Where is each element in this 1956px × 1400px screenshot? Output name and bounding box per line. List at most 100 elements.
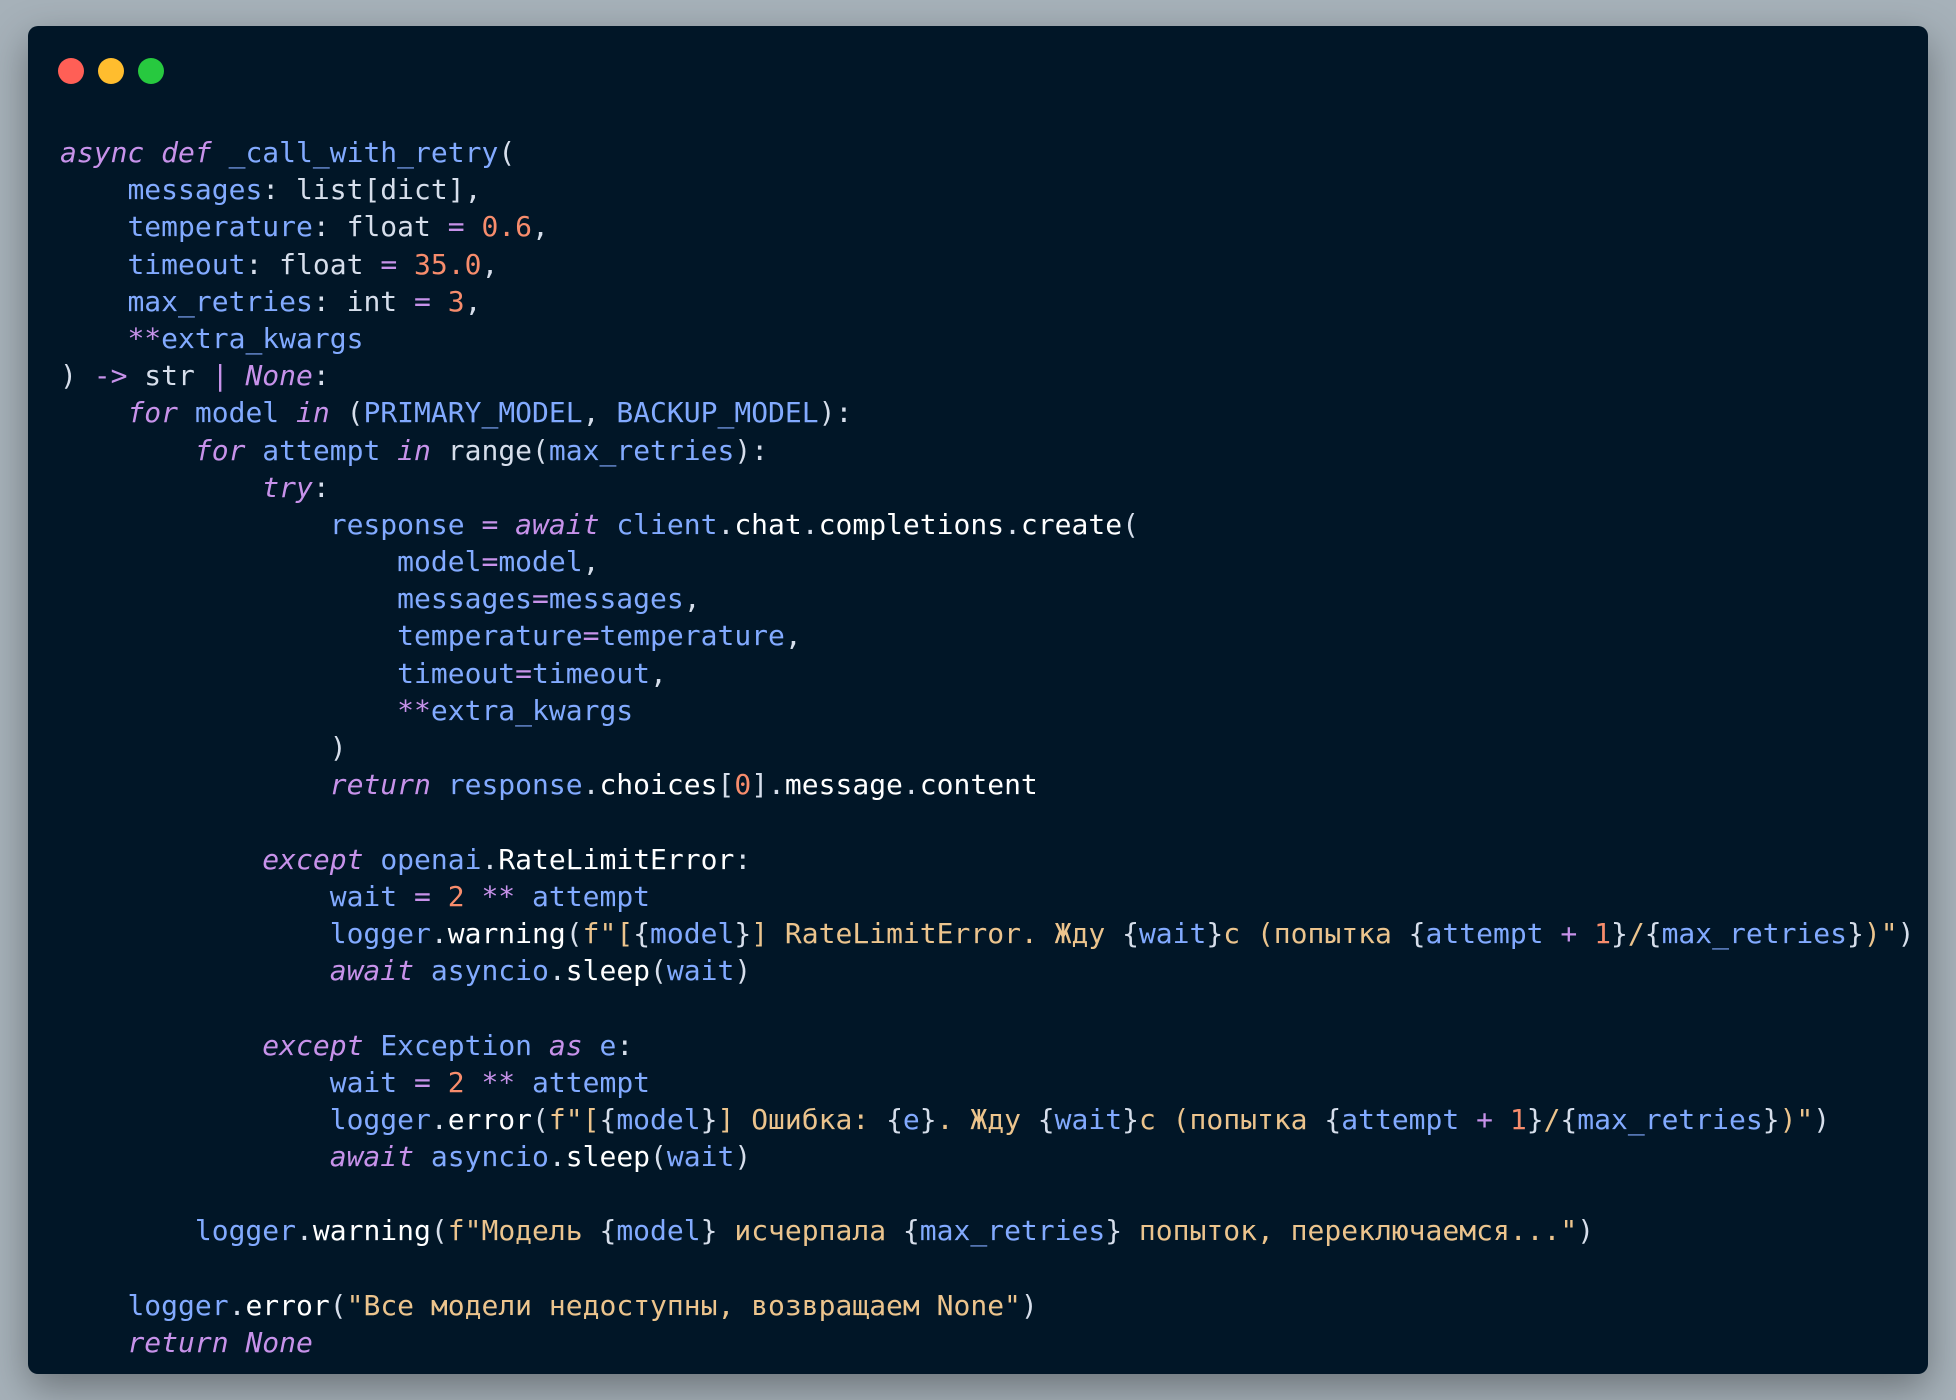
close-icon[interactable] [58, 58, 84, 84]
code-token: ** [481, 879, 516, 913]
code-token: / [1543, 1102, 1561, 1136]
code-token: wait [329, 879, 398, 913]
code-token: ( [650, 954, 667, 988]
code-token: с (попытка [1138, 1102, 1325, 1136]
code-token: max_retries [1577, 1102, 1763, 1136]
code-token: . [1004, 507, 1021, 541]
code-token: . [902, 768, 920, 802]
code-token: attempt [532, 879, 651, 913]
code-token: = [515, 656, 533, 690]
code-token: } [1762, 1102, 1780, 1136]
code-token: ) [1813, 1102, 1831, 1136]
code-token: , [532, 210, 549, 244]
code-token: попыток, переключаемся..." [1122, 1214, 1578, 1248]
code-token: : list[dict], [262, 173, 482, 207]
code-token: 2 [447, 879, 465, 913]
code-token: ) [60, 359, 94, 393]
code-token: max_retries [919, 1214, 1106, 1248]
code-token: return [329, 768, 431, 802]
code-token: temperature [127, 210, 313, 244]
code-token: } [1847, 916, 1864, 950]
code-token: . [548, 1140, 566, 1174]
code-token: . [801, 507, 819, 541]
code-token: ) [1020, 1288, 1038, 1322]
code-token: : [312, 470, 330, 504]
code-token: in [296, 396, 330, 430]
code-token: ** [481, 1065, 516, 1099]
code-token: ): [818, 396, 853, 430]
code-line: wait = 2 ** attempt [60, 1064, 1920, 1101]
code-token: wait [666, 1140, 735, 1174]
code-token: chat [734, 507, 802, 541]
code-token: await [329, 954, 415, 988]
code-token: { [599, 1102, 617, 1136]
code-token: 2 [447, 1065, 465, 1099]
code-token: , [464, 284, 482, 318]
code-token: ( [565, 916, 583, 950]
code-token: model [616, 1214, 701, 1248]
code-line: model=model, [60, 543, 1920, 580]
code-token: warning [312, 1214, 431, 1248]
code-line: return response.choices[0].message.conte… [60, 766, 1920, 803]
code-token: . [430, 1102, 448, 1136]
code-token: } [1105, 1214, 1123, 1248]
code-line: except Exception as e: [60, 1027, 1920, 1064]
code-token: None [245, 1326, 313, 1359]
code-token: sleep [565, 1140, 651, 1174]
code-token: extra_kwargs [161, 321, 364, 355]
code-token: f"[ [582, 916, 634, 950]
code-token: for [194, 433, 246, 467]
code-token: e [599, 1028, 617, 1062]
code-token: } [1526, 1102, 1544, 1136]
code-token: ] Ошибка: [717, 1102, 887, 1136]
code-token: ]. [751, 768, 785, 802]
code-token: max_retries [548, 433, 735, 467]
code-token: range( [430, 433, 549, 467]
code-line: ) -> str | None: [60, 357, 1920, 394]
code-token: attempt [532, 1065, 651, 1099]
code-token: max_retries [1661, 916, 1847, 950]
code-token: create [1020, 507, 1123, 541]
code-token: ) [734, 1140, 752, 1174]
zoom-icon[interactable] [138, 58, 164, 84]
code-line: await asyncio.sleep(wait) [60, 1138, 1920, 1175]
code-token: ( [1122, 507, 1139, 541]
code-token: = [582, 619, 600, 653]
code-line: wait = 2 ** attempt [60, 878, 1920, 915]
code-token: ) [734, 954, 752, 988]
code-token: async [60, 136, 145, 169]
code-token: except [262, 1028, 364, 1062]
code-token: logger [127, 1288, 229, 1322]
minimize-icon[interactable] [98, 58, 124, 84]
code-token: : [734, 842, 752, 876]
code-token: } [700, 1102, 718, 1136]
code-token: await [329, 1140, 415, 1174]
code-token: messages [397, 582, 533, 616]
code-token: choices [599, 768, 718, 802]
code-token: asyncio [430, 954, 549, 988]
code-line: return None [60, 1324, 1920, 1361]
code-line: ) [60, 729, 1920, 766]
code-token: [ [717, 768, 735, 802]
